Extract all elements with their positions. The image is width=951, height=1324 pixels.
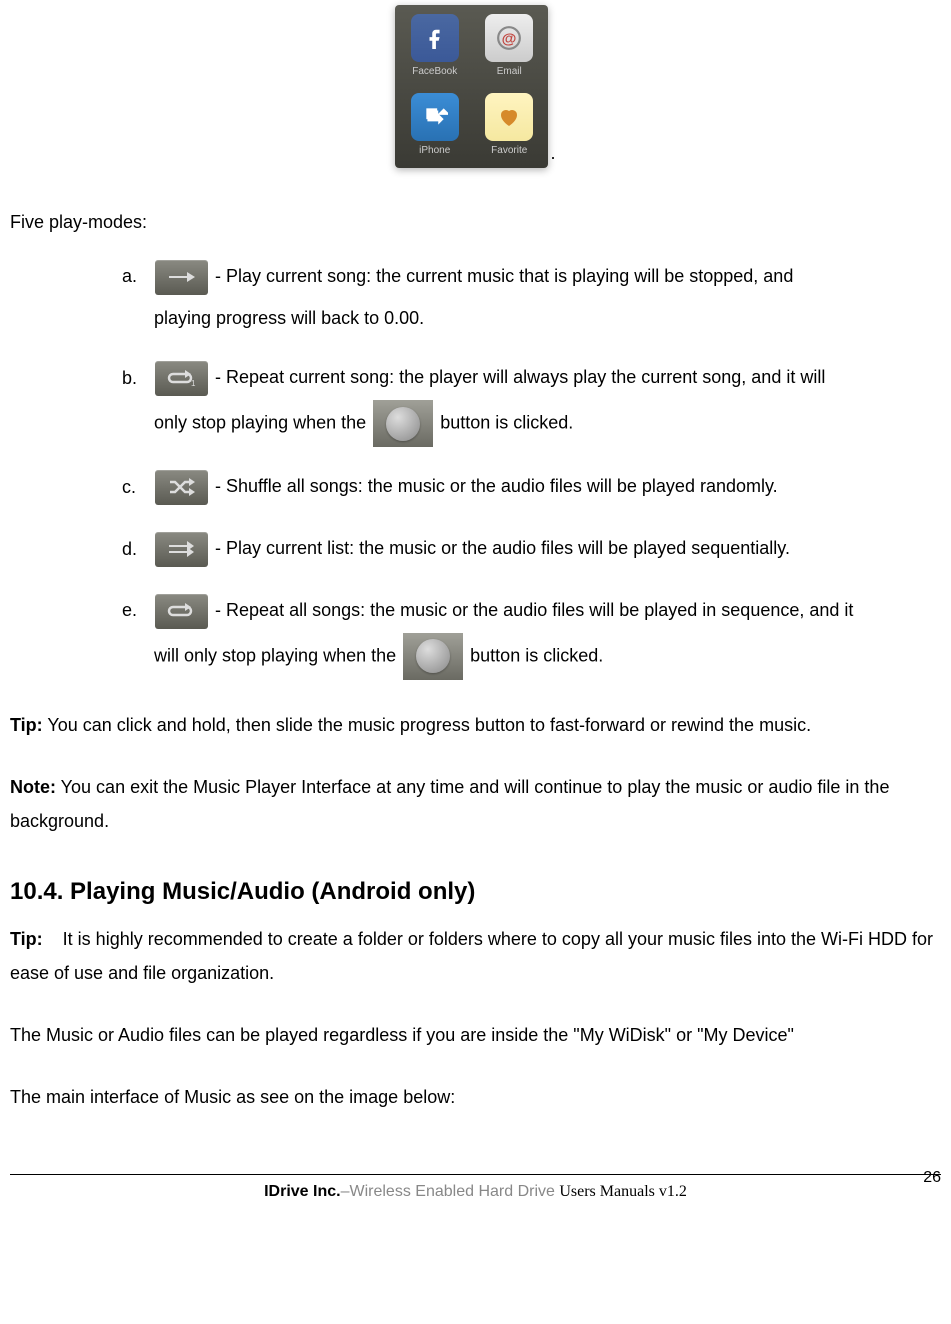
share-label: iPhone — [419, 143, 450, 159]
share-label: FaceBook — [412, 64, 457, 80]
page-number: 26 — [923, 1165, 941, 1191]
section-heading: 10.4. Playing Music/Audio (Android only) — [10, 873, 941, 911]
play-mode-list: a. - Play current song: the current musi… — [122, 255, 941, 680]
list-label: e. — [122, 589, 150, 632]
tip-label: Tip: — [10, 929, 43, 949]
shuffle-icon — [155, 470, 208, 505]
footer-version: Users Manuals v1.2 — [559, 1183, 687, 1200]
note-paragraph: Note: You can exit the Music Player Inte… — [10, 770, 941, 838]
list-item-d: d. - Play current list: the music or the… — [122, 527, 941, 571]
text: - Repeat all songs: the music or the aud… — [215, 600, 853, 620]
tip-paragraph: Tip: You can click and hold, then slide … — [10, 708, 941, 742]
favorite-icon — [485, 93, 533, 141]
tip-text: You can click and hold, then slide the m… — [43, 715, 811, 735]
share-panel: FaceBook @ Email iPhone Favorite — [395, 5, 548, 168]
list-label: a. — [122, 255, 150, 298]
share-panel-figure: FaceBook @ Email iPhone Favorite . — [10, 5, 941, 168]
footer-brand: IDrive Inc. — [264, 1183, 340, 1200]
footer-subtitle: –Wireless Enabled Hard Drive — [341, 1183, 560, 1200]
list-item-e: e. - Repeat all songs: the music or the … — [122, 589, 941, 680]
period-text: . — [550, 143, 555, 163]
intro-text: Five play-modes: — [10, 208, 941, 237]
note-label: Note: — [10, 777, 56, 797]
play-current-song-icon — [155, 260, 208, 295]
pause-icon — [373, 400, 433, 447]
tip-label: Tip: — [10, 715, 43, 735]
text: button is clicked. — [440, 412, 573, 432]
text: only stop playing when the — [154, 412, 366, 432]
share-item-iphone: iPhone — [399, 89, 470, 165]
facebook-icon — [411, 14, 459, 62]
page-footer: IDrive Inc.–Wireless Enabled Hard Drive … — [10, 1174, 941, 1205]
paragraph: The Music or Audio files can be played r… — [10, 1018, 941, 1052]
list-item-a: a. - Play current song: the current musi… — [122, 255, 941, 338]
text: - Shuffle all songs: the music or the au… — [215, 476, 778, 496]
svg-text:@: @ — [502, 30, 517, 47]
text: playing progress will back to 0.00. — [154, 299, 941, 339]
note-text: You can exit the Music Player Interface … — [10, 777, 889, 831]
list-item-c: c. - Shuffle all songs: the music or the… — [122, 465, 941, 509]
pause-icon — [403, 633, 463, 680]
text: - Repeat current song: the player will a… — [215, 367, 825, 387]
repeat-all-songs-icon — [155, 594, 208, 629]
repeat-current-song-icon: 1 — [155, 361, 208, 396]
share-item-favorite: Favorite — [474, 89, 545, 165]
iphone-icon — [411, 93, 459, 141]
text: will only stop playing when the — [154, 645, 401, 665]
list-item-b: b. 1 - Repeat current song: the player w… — [122, 356, 941, 447]
list-label: d. — [122, 528, 150, 571]
paragraph: The main interface of Music as see on th… — [10, 1080, 941, 1114]
list-label: b. — [122, 357, 150, 400]
share-item-email: @ Email — [474, 9, 545, 85]
text: button is clicked. — [470, 645, 603, 665]
text: - Play current song: the current music t… — [215, 266, 793, 286]
email-icon: @ — [485, 14, 533, 62]
tip-text: It is highly recommended to create a fol… — [10, 929, 938, 983]
share-label: Email — [497, 64, 522, 80]
play-current-list-icon — [155, 532, 208, 567]
tip2-paragraph: Tip: It is highly recommended to create … — [10, 922, 941, 990]
svg-text:1: 1 — [191, 379, 196, 388]
share-item-facebook: FaceBook — [399, 9, 470, 85]
text: - Play current list: the music or the au… — [215, 538, 790, 558]
list-label: c. — [122, 466, 150, 509]
share-label: Favorite — [491, 143, 527, 159]
